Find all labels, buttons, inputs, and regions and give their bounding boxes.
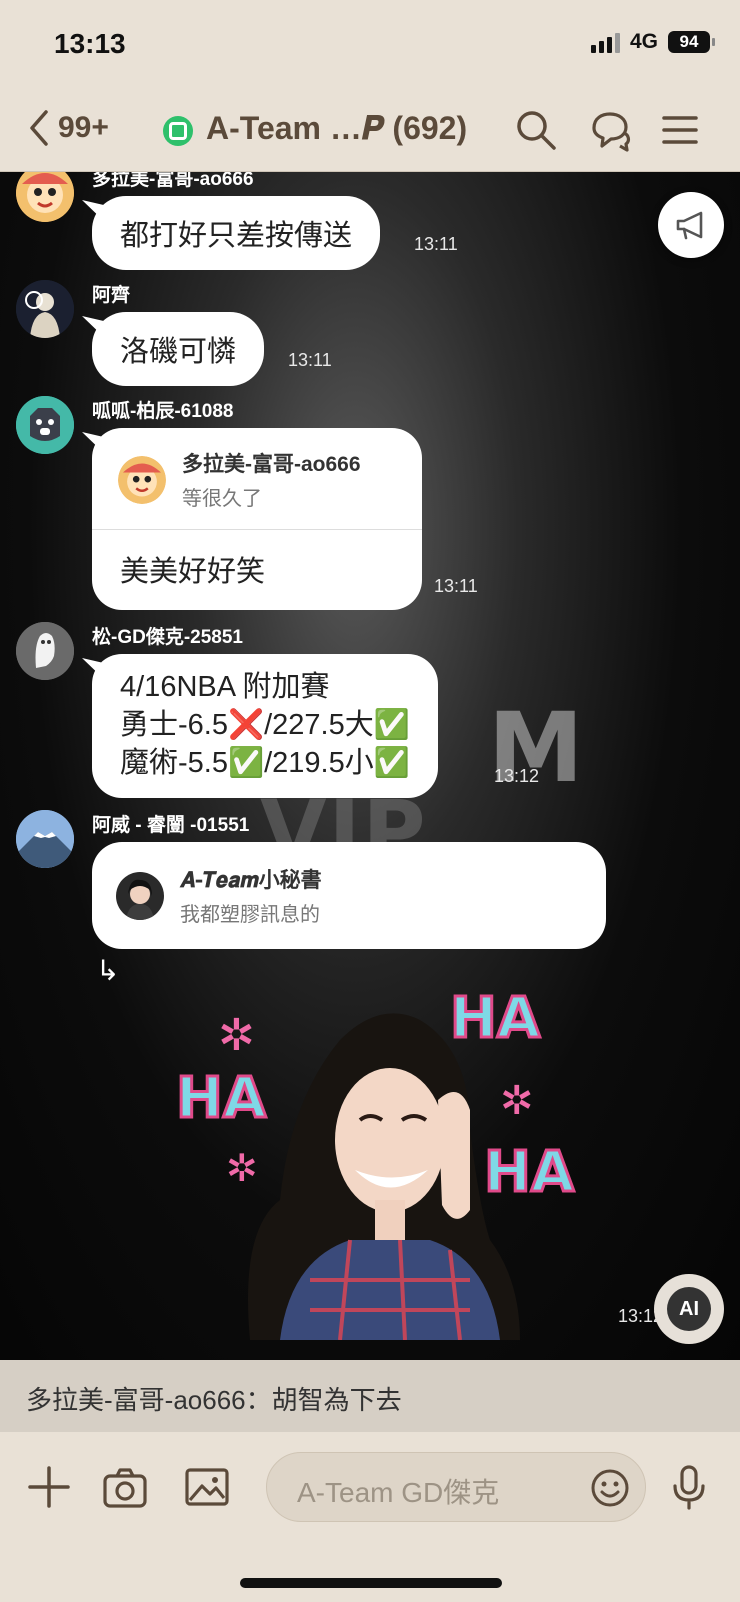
quoted-message[interactable]: 𝑨-𝑻𝒆𝒂𝒎小秘書 我都塑膠訊息的 — [92, 842, 606, 949]
image-button[interactable] — [182, 1462, 232, 1512]
preview-text: 多拉美-富哥-ao666：胡智為下去 — [26, 1385, 402, 1415]
search-icon — [517, 111, 556, 150]
input-bar: A-Team GD傑克 — [0, 1432, 740, 1602]
message-time: 13:12 — [494, 766, 540, 786]
group-status-icon — [163, 116, 193, 146]
menu-icon — [662, 116, 698, 144]
quoted-sender: 𝑨-𝑻𝒆𝒂𝒎小秘書 — [180, 867, 322, 892]
network-type: 4G — [629, 30, 658, 53]
menu-button[interactable] — [656, 106, 704, 154]
avatar[interactable] — [16, 280, 74, 338]
message-time: 13:11 — [414, 234, 458, 254]
status-time: 13:13 — [54, 28, 126, 59]
avatar[interactable] — [16, 622, 74, 680]
sticker-text: HA — [174, 1065, 267, 1133]
cartoon-avatar-icon — [118, 455, 166, 504]
megaphone-icon — [676, 211, 703, 240]
home-indicator[interactable] — [240, 1578, 502, 1588]
reply-bubble[interactable]: 𝑨-𝑻𝒆𝒂𝒎小秘書 我都塑膠訊息的 — [92, 842, 606, 949]
sticker[interactable]: HA HA HA ✲ ✲ ✲ — [170, 980, 590, 1341]
battery-icon: 94 — [668, 31, 715, 53]
image-icon — [185, 1468, 229, 1506]
sticker-sparkle-icon: ✲ — [218, 1011, 255, 1060]
sticker-text: HA — [448, 985, 541, 1053]
sender-name: 多拉美-富哥-ao666 — [92, 172, 254, 190]
message-text: 洛磯可憐 — [120, 336, 237, 368]
cartoon-avatar-icon — [16, 172, 74, 222]
back-button[interactable]: 99+ — [26, 108, 109, 148]
announcement-button[interactable] — [658, 192, 724, 258]
chat-bubbles-button[interactable] — [586, 106, 634, 154]
avatar[interactable] — [16, 172, 74, 222]
message-text: 美美好好笑 — [120, 556, 266, 588]
chat-bubbles-icon — [592, 112, 631, 152]
message-bubble[interactable]: 洛磯可憐 — [82, 312, 265, 386]
woman-avatar-icon — [116, 871, 164, 920]
chat-header: 99+ A-Team …𝑷 (692) — [0, 96, 740, 168]
quoted-sender: 多拉美-富哥-ao666 — [182, 453, 361, 476]
emoji-icon[interactable] — [589, 1467, 631, 1509]
chat-title[interactable]: A-Team …𝑷 (692) — [206, 110, 467, 148]
message-bubble[interactable]: 4/16NBA 附加賽 勇士-6.5❌/227.5大✅ 魔術-5.5✅/219.… — [82, 654, 438, 798]
battery-level: 94 — [679, 32, 699, 51]
ai-label: AI — [667, 1287, 711, 1331]
message-time: 13:11 — [434, 576, 478, 596]
search-button[interactable] — [512, 106, 560, 154]
watermark-m: M — [488, 692, 586, 804]
chat-area[interactable]: M VIP 多拉美-富哥-ao666 都打好只差按傳送 13:11 阿齊 洛磯可… — [0, 172, 740, 1360]
sticker-text: HA — [482, 1139, 575, 1207]
statue-avatar-icon — [16, 280, 74, 338]
mountain-avatar-icon — [16, 810, 74, 868]
sender-name: 阿齊 — [92, 285, 131, 306]
quoted-message[interactable]: 多拉美-富哥-ao666 等很久了 — [92, 428, 422, 530]
signal-icon — [590, 31, 620, 53]
sender-name: 呱呱-柏辰-61088 — [92, 401, 234, 422]
sticker-sparkle-icon: ✲ — [500, 1079, 534, 1123]
avatar[interactable] — [16, 810, 74, 868]
dog-avatar-icon — [16, 396, 74, 454]
chevron-left-icon — [30, 110, 48, 146]
message-line: 4/16NBA 附加賽 — [120, 671, 330, 703]
message-text: 4/16NBA 附加賽 勇士-6.5❌/227.5大✅ 魔術-5.5✅/219.… — [92, 654, 438, 798]
camera-icon — [103, 1468, 147, 1508]
sender-name: 松-GD傑克-25851 — [92, 627, 243, 648]
message-bubble[interactable]: 都打好只差按傳送 — [82, 196, 381, 270]
unread-count: 99+ — [58, 111, 109, 144]
message-input[interactable]: A-Team GD傑克 — [266, 1452, 646, 1522]
sticker-sparkle-icon: ✲ — [226, 1148, 258, 1190]
ghost-avatar-icon — [16, 622, 74, 680]
input-placeholder: A-Team GD傑克 — [297, 1477, 500, 1508]
plus-icon — [28, 1466, 70, 1508]
message-time: 13:11 — [288, 350, 332, 370]
camera-button[interactable] — [100, 1462, 150, 1512]
reply-bubble[interactable]: 多拉美-富哥-ao666 等很久了 美美好好笑 — [82, 428, 422, 610]
top-bar: 13:13 4G 94 99+ A-Team …𝑷 (692) — [0, 0, 740, 172]
microphone-icon — [673, 1465, 705, 1510]
message-text: 都打好只差按傳送 — [120, 220, 353, 252]
quoted-avatar — [118, 455, 166, 504]
message-line: 勇士-6.5❌/227.5大✅ — [120, 709, 410, 741]
add-button[interactable] — [24, 1462, 74, 1512]
sender-name: 阿威 - 睿闓 -01551 — [92, 815, 250, 836]
latest-message-preview[interactable]: 多拉美-富哥-ao666：胡智為下去 — [0, 1360, 740, 1432]
quoted-avatar — [116, 871, 164, 920]
ai-button[interactable]: AI — [654, 1274, 724, 1344]
reply-arrow-icon: ↳ — [96, 955, 120, 986]
voice-button[interactable] — [664, 1462, 714, 1512]
avatar[interactable] — [16, 396, 74, 454]
message-line: 魔術-5.5✅/219.5小✅ — [120, 747, 410, 779]
status-indicators: 4G 94 — [590, 30, 715, 54]
quoted-text: 等很久了 — [182, 488, 262, 510]
quoted-text: 我都塑膠訊息的 — [180, 904, 320, 926]
